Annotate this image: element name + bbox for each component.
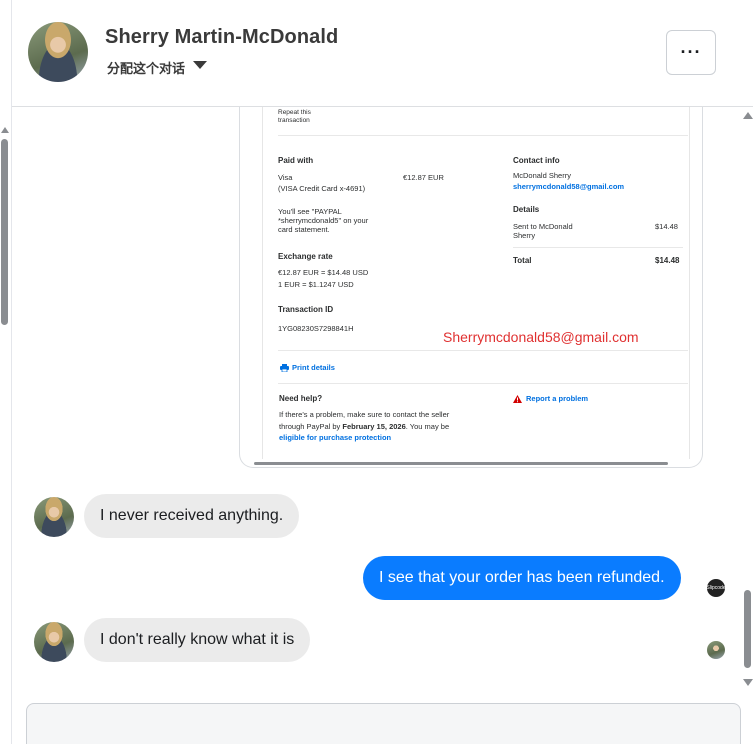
message-composer-input[interactable] <box>26 703 741 744</box>
warning-icon <box>513 394 522 403</box>
email-overlay-text: Sherrymcdonald58@gmail.com <box>443 329 639 345</box>
scroll-up-arrow-icon[interactable] <box>1 127 9 133</box>
scrollbar-thumb[interactable] <box>744 590 751 668</box>
seen-by-avatar <box>707 641 725 659</box>
contact-avatar[interactable] <box>28 22 88 82</box>
transaction-id-heading: Transaction ID <box>278 305 334 314</box>
contact-name[interactable]: Sherry Martin-McDonald <box>105 26 338 49</box>
scroll-down-arrow-icon[interactable] <box>743 679 753 686</box>
assign-conversation-dropdown[interactable]: 分配这个对话 <box>107 58 208 77</box>
contact-avatar-small[interactable] <box>34 622 74 662</box>
transaction-id: 1YG08230S7298841H <box>278 324 354 333</box>
total-label: Total <box>513 256 532 265</box>
total-amount: $14.48 <box>655 256 680 265</box>
exchange-rate-heading: Exchange rate <box>278 252 333 261</box>
chat-scrollbar[interactable] <box>742 110 753 688</box>
divider <box>513 247 683 248</box>
visa-text: Visa <box>278 173 293 182</box>
incoming-message-bubble[interactable]: I don't really know what it is <box>84 618 311 662</box>
report-problem-link: Report a problem <box>513 394 588 403</box>
amount-paid: €12.87 EUR <box>403 173 444 182</box>
contact-avatar-small[interactable] <box>34 497 74 537</box>
read-receipt-avatar: Slipcode <box>706 579 726 597</box>
print-details-link: Print details <box>280 363 335 372</box>
outgoing-message-bubble[interactable]: I see that your order has been refunded. <box>363 556 681 600</box>
contact-info-email: sherrymcdonald58@gmail.com <box>513 182 625 191</box>
card-line: (VISA Credit Card x-4691) <box>278 184 366 193</box>
assign-label: 分配这个对话 <box>107 61 186 76</box>
messenger-window: Sherry Martin-McDonald 分配这个对话 ··· Repeat… <box>0 0 753 744</box>
paid-with-heading: Paid with <box>278 156 314 165</box>
purchase-protection-link: eligible for purchase protection <box>279 433 392 442</box>
exchange-line-2: 1 EUR = $1.1247 USD <box>278 280 354 289</box>
contact-info-heading: Contact info <box>513 156 560 165</box>
scroll-up-arrow-icon[interactable] <box>743 112 753 119</box>
report-problem-label: Report a problem <box>526 394 589 403</box>
divider <box>278 135 688 136</box>
incoming-message-bubble[interactable]: I never received anything. <box>84 494 300 538</box>
paypal-receipt: Repeat this transaction Paid with Visa (… <box>262 107 690 459</box>
left-divider <box>11 0 12 744</box>
print-details-label: Print details <box>292 363 335 372</box>
help-deadline: February 15, 2026 <box>342 421 406 431</box>
sent-to-amount: $14.48 <box>655 222 678 231</box>
divider <box>278 350 688 351</box>
sent-to-label: Sent to McDonald Sherry <box>513 222 573 240</box>
need-help-text: If there's a problem, make sure to conta… <box>279 409 451 444</box>
repeat-transaction-link: Repeat this transaction <box>278 109 311 124</box>
caret-down-icon <box>193 60 208 69</box>
exchange-line-1: €12.87 EUR = $14.48 USD <box>278 268 369 277</box>
divider <box>278 383 688 384</box>
receipt-image-attachment[interactable]: Repeat this transaction Paid with Visa (… <box>239 107 703 468</box>
conversation-header: Sherry Martin-McDonald 分配这个对话 ··· <box>12 0 753 107</box>
left-scrollbar[interactable] <box>0 127 9 377</box>
scrollbar-thumb[interactable] <box>1 139 8 325</box>
need-help-heading: Need help? <box>279 394 323 403</box>
help-text-part-2: . You may be <box>405 421 450 431</box>
more-options-button[interactable]: ··· <box>666 30 716 75</box>
details-heading: Details <box>513 205 540 214</box>
statement-line: You'll see "PAYPAL *sherrymcdonald5" on … <box>278 207 369 234</box>
printer-icon <box>280 363 289 372</box>
receipt-scrollbar <box>254 462 668 465</box>
contact-info-name: McDonald Sherry <box>513 171 571 180</box>
